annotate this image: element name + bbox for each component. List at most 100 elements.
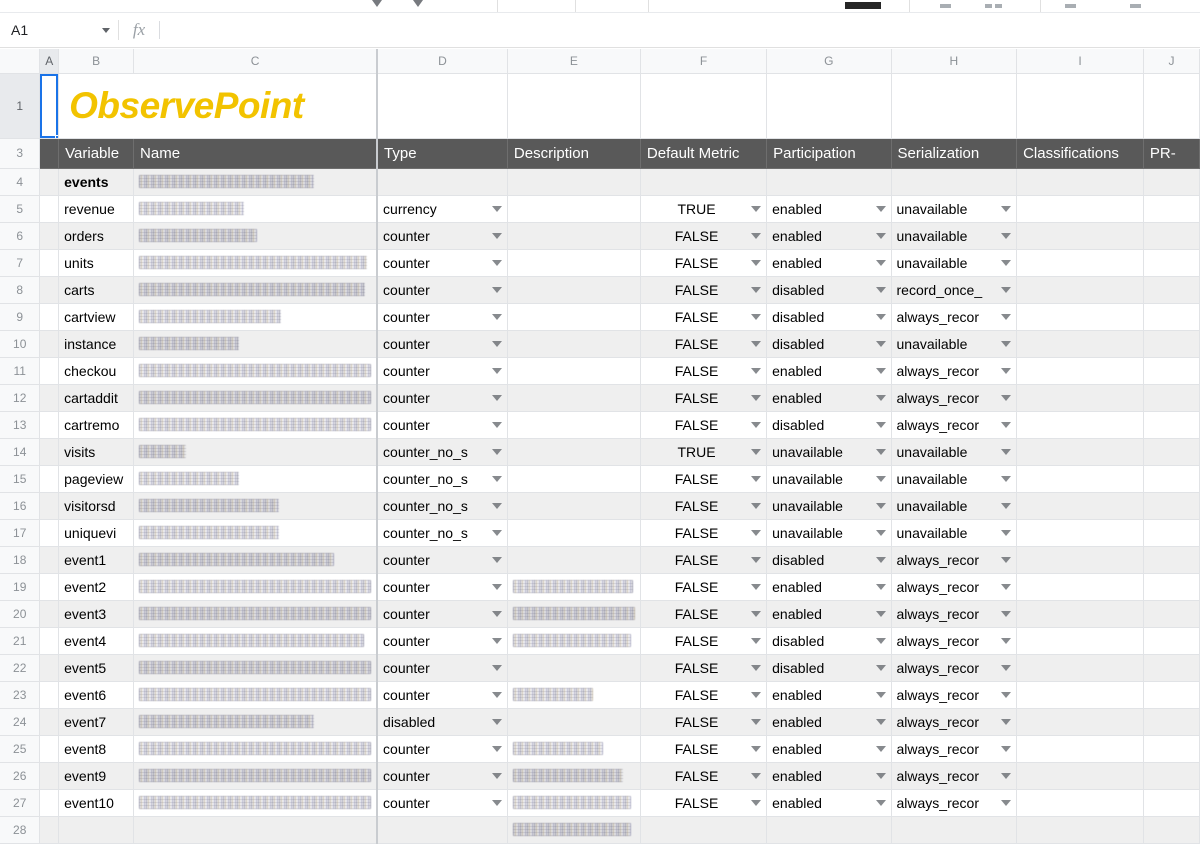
cell-A7[interactable] [39,248,60,277]
chevron-down-icon[interactable] [491,718,502,725]
cell-serialization-28[interactable] [890,815,1018,844]
chevron-down-icon[interactable] [751,421,762,428]
chevron-down-icon[interactable] [875,745,886,752]
cell-default-metric-25[interactable]: FALSE [639,734,768,763]
chevron-down-icon[interactable] [751,556,762,563]
cell-default-metric-23[interactable]: FALSE [639,680,768,709]
cell-type-12[interactable]: counter [376,383,508,412]
chevron-down-icon[interactable] [1001,313,1012,320]
chevron-down-icon[interactable] [491,286,502,293]
chevron-down-icon[interactable] [102,27,110,33]
cell-A9[interactable] [39,302,60,331]
cell-empty[interactable] [1016,72,1144,139]
cell-type-26[interactable]: counter [376,761,508,790]
cell-variable-10[interactable]: instance [58,329,135,358]
cell-variable-14[interactable]: visits [58,437,135,466]
chevron-down-icon[interactable] [751,313,762,320]
chevron-down-icon[interactable] [875,556,886,563]
cell-default-metric-17[interactable]: FALSE [639,518,768,547]
cell-classifications-8[interactable] [1016,275,1144,304]
cell-name-16[interactable] [133,491,379,520]
chevron-down-icon[interactable] [875,691,886,698]
cell-variable-8[interactable]: carts [58,275,135,304]
cell-participation-8[interactable]: disabled [766,275,892,304]
cell-A5[interactable] [39,194,60,223]
chevron-down-icon[interactable] [875,475,886,482]
cell-variable-13[interactable]: cartremo [58,410,135,439]
cell-type-19[interactable]: counter [376,572,508,601]
cell-pr-27[interactable] [1142,788,1200,817]
chevron-down-icon[interactable] [1001,394,1012,401]
chevron-down-icon[interactable] [875,313,886,320]
cell-default-metric-9[interactable]: FALSE [639,302,768,331]
cell-description-18[interactable] [506,545,641,574]
cell-A20[interactable] [39,599,60,628]
chevron-down-icon[interactable] [751,340,762,347]
row-header-25[interactable]: 25 [0,734,41,763]
column-header-J[interactable]: J [1142,49,1200,74]
cell-pr-4[interactable] [1142,167,1200,196]
cell-pr-21[interactable] [1142,626,1200,655]
chevron-down-icon[interactable] [875,502,886,509]
cell-classifications-14[interactable] [1016,437,1144,466]
chevron-down-icon[interactable] [491,610,502,617]
cell-description-6[interactable] [506,221,641,250]
cell-pr-10[interactable] [1142,329,1200,358]
cell-pr-14[interactable] [1142,437,1200,466]
chevron-down-icon[interactable] [1001,448,1012,455]
cell-variable-20[interactable]: event3 [58,599,135,628]
cell-empty[interactable] [639,72,768,139]
cell-serialization-14[interactable]: unavailable [890,437,1018,466]
row-header-15[interactable]: 15 [0,464,41,493]
cell-A15[interactable] [39,464,60,493]
cell-pr-24[interactable] [1142,707,1200,736]
cell-serialization-9[interactable]: always_recor [890,302,1018,331]
cell-type-28[interactable] [376,815,508,844]
chevron-down-icon[interactable] [751,286,762,293]
cell-empty[interactable] [376,72,508,139]
cell-pr-28[interactable] [1142,815,1200,844]
cell-serialization-4[interactable] [890,167,1018,196]
cell-classifications-26[interactable] [1016,761,1144,790]
cell-participation-22[interactable]: disabled [766,653,892,682]
chevron-down-icon[interactable] [875,367,886,374]
cell-variable-12[interactable]: cartaddit [58,383,135,412]
row-header-14[interactable]: 14 [0,437,41,466]
row-header-10[interactable]: 10 [0,329,41,358]
cell-name-19[interactable] [133,572,379,601]
cell-variable-6[interactable]: orders [58,221,135,250]
cell-type-21[interactable]: counter [376,626,508,655]
cell-A16[interactable] [39,491,60,520]
chevron-down-icon[interactable] [751,610,762,617]
cell-A18[interactable] [39,545,60,574]
chevron-down-icon[interactable] [491,583,502,590]
chevron-down-icon[interactable] [751,691,762,698]
chevron-down-icon[interactable] [1001,799,1012,806]
cell-default-metric-12[interactable]: FALSE [639,383,768,412]
chevron-down-icon[interactable] [1001,610,1012,617]
chevron-down-icon[interactable] [875,799,886,806]
cell-pr-11[interactable] [1142,356,1200,385]
cell-classifications-28[interactable] [1016,815,1144,844]
cell-description-15[interactable] [506,464,641,493]
cell-name-18[interactable] [133,545,379,574]
chevron-down-icon[interactable] [751,205,762,212]
chevron-down-icon[interactable] [1001,340,1012,347]
chevron-down-icon[interactable] [491,799,502,806]
cell-name-12[interactable] [133,383,379,412]
cell-serialization-10[interactable]: unavailable [890,329,1018,358]
cell-description-8[interactable] [506,275,641,304]
chevron-down-icon[interactable] [491,394,502,401]
cell-type-6[interactable]: counter [376,221,508,250]
cell-default-metric-7[interactable]: FALSE [639,248,768,277]
cell-classifications-18[interactable] [1016,545,1144,574]
column-header-E[interactable]: E [506,49,641,74]
cell-variable-25[interactable]: event8 [58,734,135,763]
chevron-down-icon[interactable] [875,529,886,536]
cell-pr-6[interactable] [1142,221,1200,250]
cell-description-10[interactable] [506,329,641,358]
cell-type-10[interactable]: counter [376,329,508,358]
cell-pr-12[interactable] [1142,383,1200,412]
cell-participation-23[interactable]: enabled [766,680,892,709]
cell-default-metric-14[interactable]: TRUE [639,437,768,466]
